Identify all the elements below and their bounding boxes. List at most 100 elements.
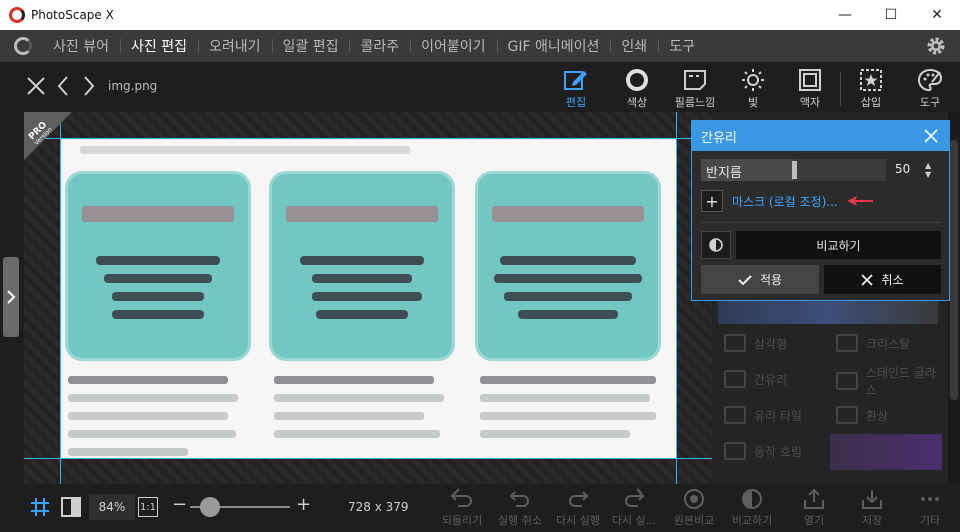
- zoom-in-button[interactable]: +: [296, 494, 311, 515]
- open-button[interactable]: 열기: [786, 488, 842, 528]
- undo-label: 실행 취소: [498, 514, 542, 527]
- guide-line: [676, 112, 677, 484]
- compare-split-button[interactable]: 비교하기: [724, 488, 780, 528]
- tool-insert[interactable]: 삽입: [847, 68, 895, 110]
- tool-tools[interactable]: 도구: [906, 68, 954, 110]
- spin-down-icon[interactable]: ▼: [925, 170, 931, 179]
- apply-button[interactable]: 적용: [701, 265, 819, 294]
- effect-label: 삼각형: [754, 336, 788, 351]
- effect-fantasy[interactable]: 환상: [836, 406, 888, 424]
- compare-split-label: 비교하기: [731, 514, 773, 527]
- effects-scroll-thumb[interactable]: [950, 140, 958, 400]
- expand-left-panel-button[interactable]: [3, 257, 19, 337]
- menu-cut-out[interactable]: 오려내기: [197, 36, 272, 56]
- minimize-button[interactable]: —: [822, 0, 868, 30]
- spin-up-icon[interactable]: ▲: [925, 161, 931, 170]
- stained-glass-effect-icon: [836, 372, 858, 390]
- zoom-slider-knob[interactable]: [200, 497, 220, 517]
- more-label: 기타: [919, 514, 941, 527]
- previous-photo-icon[interactable]: [56, 76, 70, 96]
- save-label: 저장: [861, 514, 883, 527]
- compare-split-icon: [742, 489, 762, 509]
- tool-light[interactable]: 빛: [729, 68, 777, 110]
- effect-crystal[interactable]: 크리스탈: [836, 334, 910, 352]
- photo-card: [68, 174, 248, 358]
- menu-photo-editor[interactable]: 사진 편집: [119, 36, 198, 56]
- effect-stained-glass[interactable]: 스테인드 글라스: [836, 364, 946, 398]
- menu-combine[interactable]: 이어붙이기: [410, 36, 496, 56]
- fantasy-effect-icon: [836, 406, 858, 424]
- menu-bar: 사진 뷰어 사진 편집 오려내기 일괄 편집 콜라주 이어붙이기 GIF 애니메…: [0, 30, 960, 62]
- mask-local-adjust-link[interactable]: 마스크 (로컬 조정)...: [732, 193, 838, 210]
- circle-icon: [626, 69, 648, 91]
- cancel-button[interactable]: 취소: [824, 265, 941, 294]
- next-photo-icon[interactable]: [82, 76, 96, 96]
- menu-batch[interactable]: 일괄 편집: [271, 36, 350, 56]
- add-mask-button[interactable]: +: [701, 190, 723, 212]
- dialog-close-icon[interactable]: [923, 128, 939, 144]
- tool-film[interactable]: 필름느낌: [671, 68, 719, 110]
- tool-color[interactable]: 색상: [613, 68, 661, 110]
- film-card-icon: [684, 70, 706, 90]
- effect-label: 크리스탈: [866, 336, 911, 351]
- redo-all-icon: [625, 488, 645, 507]
- tool-frame[interactable]: 액자: [786, 68, 834, 110]
- radius-label: 반지름: [706, 166, 742, 181]
- guide-line: [24, 458, 712, 459]
- menu-print[interactable]: 인쇄: [610, 36, 658, 56]
- tool-edit-label: 편집: [565, 96, 587, 109]
- menu-collage[interactable]: 콜라주: [349, 36, 410, 56]
- effect-label: 유리 타일: [754, 408, 802, 423]
- menu-tools[interactable]: 도구: [658, 36, 706, 56]
- undo-button[interactable]: 실행 취소: [492, 488, 548, 528]
- upload-icon: [804, 488, 824, 509]
- effect-motion-blur[interactable]: 동작 흐림: [724, 442, 802, 460]
- radius-slider-handle[interactable]: [792, 161, 797, 179]
- zoom-percent[interactable]: 84%: [89, 494, 135, 520]
- effect-label: 환상: [866, 408, 889, 423]
- close-window-button[interactable]: ✕: [914, 0, 960, 30]
- effect-glass-tile[interactable]: 유리 타일: [724, 406, 802, 424]
- photo-card: [272, 174, 452, 358]
- compare-original-icon: [684, 489, 704, 509]
- effect-label: 동작 흐림: [754, 444, 802, 459]
- redo-button[interactable]: 다시 실행: [550, 488, 606, 528]
- tool-tools-label: 도구: [919, 96, 941, 109]
- radius-spinner[interactable]: ▲ ▼: [925, 161, 931, 179]
- menu-gif[interactable]: GIF 애니메이션: [496, 36, 611, 56]
- tool-insert-label: 삽입: [860, 96, 882, 109]
- editing-canvas[interactable]: PRO Version: [24, 112, 712, 484]
- compare-original-button[interactable]: 원본비교: [666, 488, 722, 528]
- background-toggle-icon[interactable]: [60, 496, 82, 518]
- maximize-button[interactable]: ☐: [868, 0, 914, 30]
- menu-photo-viewer[interactable]: 사진 뷰어: [42, 36, 120, 56]
- app-logo-icon: [9, 7, 25, 23]
- tool-edit[interactable]: 편집: [552, 68, 600, 110]
- triangle-effect-icon: [724, 334, 746, 352]
- radius-slider[interactable]: 반지름: [701, 159, 886, 181]
- actual-size-button[interactable]: 1:1: [138, 497, 158, 517]
- more-button[interactable]: 기타: [902, 488, 958, 528]
- compare-button[interactable]: 비교하기: [736, 231, 941, 259]
- close-photo-icon[interactable]: [26, 76, 46, 96]
- redo-all-button[interactable]: 다시 실...: [606, 488, 662, 528]
- open-label: 열기: [803, 514, 825, 527]
- zoom-out-button[interactable]: −: [172, 494, 187, 515]
- palette-icon: [917, 68, 943, 92]
- bottom-bar: 84% 1:1 − + 728 x 379 되돌리기 실행 취소 다시 실행 다…: [0, 484, 960, 532]
- save-button[interactable]: 저장: [844, 488, 900, 528]
- revert-button[interactable]: 되돌리기: [434, 488, 490, 528]
- toolbar-separator: [840, 72, 841, 106]
- undo-icon: [509, 491, 529, 507]
- frame-icon: [799, 69, 821, 91]
- compare-toggle-button[interactable]: [701, 231, 731, 259]
- chevron-right-icon: [7, 290, 16, 304]
- home-logo-icon[interactable]: [14, 37, 32, 55]
- download-icon: [862, 490, 882, 509]
- pencil-square-icon: [564, 71, 587, 90]
- settings-gear-icon[interactable]: [926, 36, 946, 56]
- effect-triangle[interactable]: 삼각형: [724, 334, 787, 352]
- grid-toggle-icon[interactable]: [30, 497, 50, 517]
- effect-frosted-glass[interactable]: 간유리: [724, 370, 787, 388]
- crystal-effect-icon: [836, 334, 858, 352]
